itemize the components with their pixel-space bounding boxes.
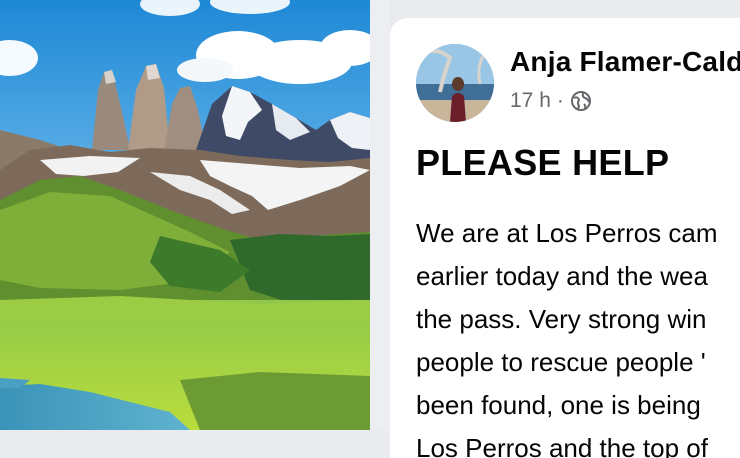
globe-icon[interactable]: [570, 90, 592, 112]
post-body-line: people to rescue people ': [416, 347, 706, 377]
post-body-line: earlier today and the wea: [416, 261, 708, 291]
post-body: We are at Los Perros cam earlier today a…: [416, 212, 740, 458]
post-card: Anja Flamer-Calde 17 h · PLEASE HELP We …: [390, 18, 740, 458]
landscape-photo: [0, 0, 370, 430]
post-body-line: We are at Los Perros cam: [416, 218, 718, 248]
post-meta: 17 h ·: [510, 88, 592, 114]
post-body-line: Los Perros and the top of: [416, 433, 708, 458]
author-name[interactable]: Anja Flamer-Calde: [510, 46, 740, 78]
panel-gutter: [370, 0, 390, 430]
post-body-line: the pass. Very strong win: [416, 304, 707, 334]
post-timestamp[interactable]: 17 h: [510, 89, 551, 113]
avatar[interactable]: [416, 44, 494, 122]
post-body-line: been found, one is being: [416, 390, 701, 420]
post-title: PLEASE HELP: [416, 142, 670, 183]
meta-separator: ·: [556, 89, 564, 112]
